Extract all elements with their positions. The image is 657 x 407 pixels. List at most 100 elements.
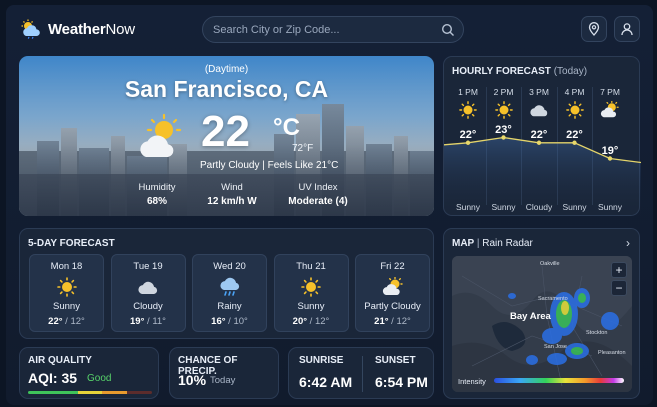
air-quality-title: AIR QUALITY — [28, 355, 92, 366]
zoom-out-button[interactable]: − — [611, 280, 627, 296]
day-separator: / — [391, 316, 394, 327]
uv-stat: UV Index Moderate (4) — [278, 182, 358, 207]
day-high: 16° — [211, 316, 226, 327]
day-high: 22° — [48, 316, 63, 327]
wind-label: Wind — [221, 182, 243, 193]
current-temperature: 22 — [201, 107, 250, 156]
precipitation-card[interactable]: CHANCE OF PRECIP. 10% Today — [169, 347, 279, 399]
sunset-label: SUNSET — [375, 355, 416, 366]
five-day-forecast-panel: 5-DAY FORECAST Mon 18 Sunny 22° / 12° Tue 1… — [19, 228, 434, 339]
day-hi-lo: 21° / 12° — [356, 316, 429, 327]
search-input[interactable] — [213, 21, 433, 39]
day-high: 19° — [130, 316, 145, 327]
day-low: 10° — [233, 316, 248, 327]
logo-now: Now — [105, 20, 136, 38]
day-label: Mon 18 — [50, 261, 83, 272]
day-label: Fri 22 — [380, 261, 405, 272]
humidity-label: Humidity — [138, 182, 176, 193]
day-forecast-card[interactable]: Thu 21 Sunny 20° / 12° — [273, 254, 349, 332]
radar-map[interactable]: Oakville Sacramento Bay Area Stockton Pl… — [452, 256, 632, 392]
rain-radar-map-panel: MAP | Rain Radar › Oakville Sacramento B… — [443, 228, 640, 399]
day-separator: / — [309, 316, 313, 327]
header: WeatherNow — [20, 15, 640, 45]
city-name: San Francisco, CA — [124, 76, 329, 102]
map-title-divider: | — [476, 238, 480, 249]
day-low: 12° — [396, 316, 411, 327]
sunset-block: SUNSET 6:54 PM — [375, 355, 428, 390]
zoom-in-button[interactable]: + — [611, 262, 627, 278]
map-label: Stockton — [586, 330, 608, 336]
day-separator: / — [228, 316, 231, 327]
aqi-scale-bar — [28, 391, 152, 394]
intensity-scale — [494, 378, 624, 383]
user-icon — [621, 23, 633, 36]
sunrise-sunset-card[interactable]: SUNRISE 6:42 AM SUNSET 6:54 PM — [288, 347, 434, 399]
location-button[interactable] — [581, 16, 607, 42]
day-condition: Sunny — [53, 301, 80, 312]
hourly-temperature-line — [444, 135, 641, 217]
day-high: 21° — [374, 316, 389, 327]
partly-cloudy-icon — [382, 277, 403, 295]
hourly-point — [501, 135, 506, 140]
rain-icon — [219, 277, 239, 296]
day-low: 11° — [152, 316, 166, 327]
search-icon[interactable] — [441, 23, 455, 37]
uv-value: Moderate (4) — [288, 196, 348, 207]
hourly-point — [572, 140, 577, 145]
day-high: 20° — [292, 316, 308, 327]
period-label: (Daytime) — [204, 64, 249, 75]
cloud-icon — [138, 281, 158, 294]
sunrise-block: SUNRISE 6:42 AM — [299, 355, 352, 390]
sunrise-time: 6:42 AM — [299, 374, 353, 390]
hourly-point — [607, 156, 613, 161]
sunrise-label: SUNRISE — [299, 355, 344, 366]
day-separator: / — [65, 316, 68, 327]
day-low: 12° — [70, 316, 85, 327]
map-subtitle: Rain Radar — [482, 238, 533, 249]
map-label: Sacramento — [538, 296, 568, 302]
profile-button[interactable] — [614, 16, 640, 42]
day-label: Thu 21 — [296, 261, 326, 272]
current-weather-card[interactable]: (Daytime) San Francisco, CA 22 °C 72°F P… — [19, 56, 434, 216]
day-hi-lo: 20° / 12° — [275, 316, 348, 327]
day-forecast-card[interactable]: Wed 20 Rainy 16° / 10° — [192, 254, 267, 332]
day-low: 12° — [314, 316, 330, 327]
map-label: San Jose — [544, 344, 567, 350]
day-label: Wed 20 — [213, 261, 246, 272]
day-hi-lo: 19° / 11° — [112, 316, 185, 327]
map-title-text: MAP — [452, 238, 475, 249]
day-separator: / — [147, 316, 150, 327]
five-day-title: 5-DAY FORECAST — [28, 238, 115, 249]
precip-period: Today — [210, 375, 236, 386]
chevron-right-icon[interactable]: › — [626, 236, 630, 250]
day-hi-lo: 22° / 12° — [30, 316, 103, 327]
map-title: MAP | Rain Radar — [452, 238, 533, 249]
humidity-stat: Humidity 68% — [132, 182, 182, 207]
map-terrain — [452, 256, 632, 392]
logo-weather: Weather — [48, 20, 106, 38]
map-label-bay-area: Bay Area — [510, 311, 551, 322]
precip-value: 10% — [178, 372, 207, 388]
hourly-point — [536, 140, 542, 145]
day-hi-lo: 16° / 10° — [193, 316, 266, 327]
conditions-text: Partly Cloudy | Feels Like 21°C — [200, 160, 339, 171]
air-quality-card[interactable]: AIR QUALITY AQI: 35 Good — [19, 347, 159, 399]
sunset-time: 6:54 PM — [375, 374, 428, 390]
location-pin-icon — [588, 22, 600, 36]
partly-cloudy-icon — [140, 113, 182, 157]
day-condition: Rainy — [217, 301, 242, 312]
hourly-forecast-panel: HOURLY FORECAST (Today) 1 PM22°Sunny2 PM… — [443, 56, 641, 217]
map-label: Oakville — [540, 261, 560, 267]
search-bar — [202, 16, 464, 43]
day-label: Tue 19 — [133, 261, 163, 272]
day-forecast-card[interactable]: Fri 22 Partly Cloudy 21° / 12° — [355, 254, 430, 332]
day-forecast-card[interactable]: Tue 19 Cloudy 19° / 11° — [110, 254, 186, 332]
divider — [362, 356, 363, 392]
logo[interactable]: WeatherNow — [20, 19, 135, 39]
sun-icon — [301, 277, 321, 297]
day-condition: Partly Cloudy — [364, 301, 421, 312]
day-forecast-card[interactable]: Mon 18 Sunny 22° / 12° — [29, 254, 104, 332]
sun-icon — [56, 277, 77, 297]
weather-app: WeatherNow Search City or Zip Code... (D… — [6, 5, 653, 405]
intensity-label: Intensity — [458, 377, 486, 386]
